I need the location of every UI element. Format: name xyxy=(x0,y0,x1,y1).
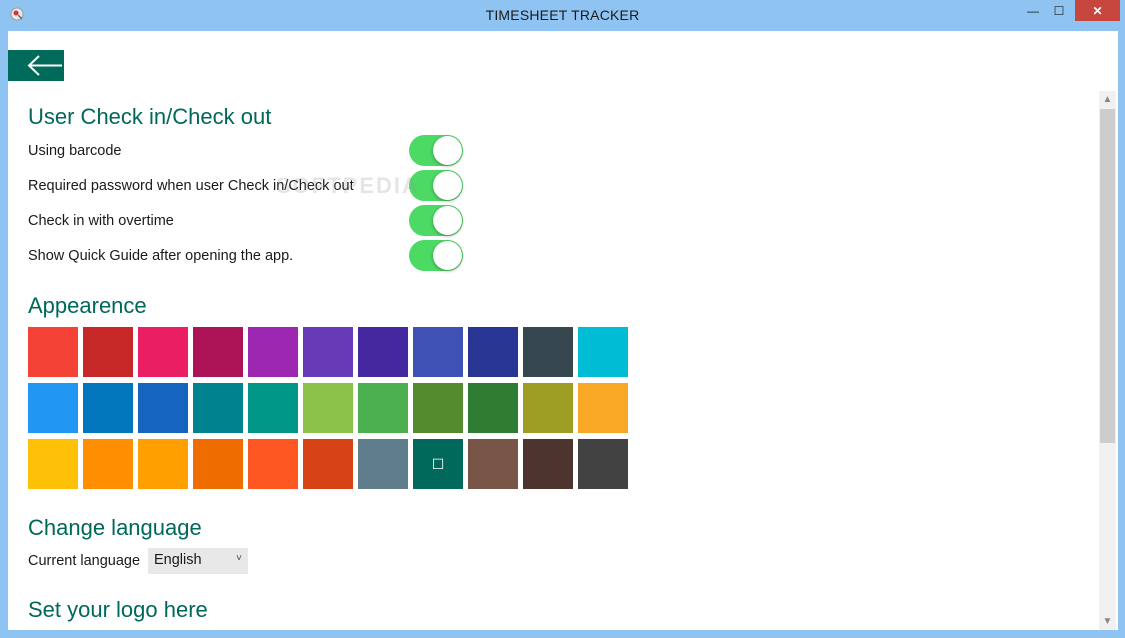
color-swatch[interactable] xyxy=(83,439,133,489)
color-palette: ☐ xyxy=(28,327,638,492)
color-swatch[interactable] xyxy=(248,327,298,377)
color-swatch[interactable] xyxy=(248,383,298,433)
close-button[interactable]: ✕ xyxy=(1075,0,1120,21)
color-swatch[interactable] xyxy=(28,383,78,433)
color-swatch[interactable] xyxy=(193,383,243,433)
back-button[interactable] xyxy=(8,50,64,81)
selected-check-icon: ☐ xyxy=(431,455,445,472)
chevron-down-icon: ˅ xyxy=(236,553,242,564)
toggle-barcode[interactable] xyxy=(409,135,463,166)
color-swatch[interactable] xyxy=(303,327,353,377)
color-swatch[interactable] xyxy=(358,383,408,433)
color-swatch[interactable] xyxy=(83,327,133,377)
color-swatch[interactable] xyxy=(468,383,518,433)
watermark: SOFTPEDIA xyxy=(276,173,420,198)
color-swatch[interactable] xyxy=(28,327,78,377)
color-swatch[interactable] xyxy=(523,383,573,433)
color-swatch[interactable] xyxy=(303,383,353,433)
color-swatch[interactable] xyxy=(413,383,463,433)
appearance-section-title: Appearence xyxy=(28,293,147,318)
scroll-thumb[interactable] xyxy=(1100,109,1115,443)
color-swatch[interactable] xyxy=(523,439,573,489)
color-swatch[interactable] xyxy=(578,327,628,377)
toggle-knob xyxy=(433,206,462,235)
color-swatch[interactable] xyxy=(468,439,518,489)
toggle-quick-guide[interactable] xyxy=(409,240,463,271)
option-label-overtime: Check in with overtime xyxy=(28,213,174,229)
color-swatch[interactable] xyxy=(138,383,188,433)
app-window: TIMESHEET TRACKER — ☐ ✕ User Check in/Ch… xyxy=(0,0,1125,638)
toggle-knob xyxy=(433,136,462,165)
color-swatch[interactable] xyxy=(413,327,463,377)
logo-section-title: Set your logo here xyxy=(28,597,208,622)
title-bar[interactable]: TIMESHEET TRACKER — ☐ ✕ xyxy=(0,0,1125,31)
current-language-label: Current language xyxy=(28,553,141,569)
maximize-button[interactable]: ☐ xyxy=(1046,0,1072,21)
option-label-barcode: Using barcode xyxy=(28,143,122,159)
color-swatch[interactable] xyxy=(138,327,188,377)
option-label-quick-guide: Show Quick Guide after opening the app. xyxy=(28,248,294,264)
color-swatch[interactable] xyxy=(28,439,78,489)
color-swatch[interactable] xyxy=(138,439,188,489)
toggle-knob xyxy=(433,171,462,200)
toggle-knob xyxy=(433,241,462,270)
settings-panel: User Check in/Check out Using barcode Re… xyxy=(8,31,1118,630)
color-swatch[interactable] xyxy=(358,439,408,489)
color-swatch[interactable] xyxy=(248,439,298,489)
color-swatch[interactable] xyxy=(578,383,628,433)
language-select-value: English xyxy=(154,552,202,568)
scroll-up-button[interactable]: ▲ xyxy=(1099,91,1116,108)
color-swatch[interactable] xyxy=(193,439,243,489)
color-swatch-selected[interactable]: ☐ xyxy=(413,439,463,489)
color-swatch[interactable] xyxy=(83,383,133,433)
language-section-title: Change language xyxy=(28,515,202,540)
minimize-button[interactable]: — xyxy=(1020,0,1046,21)
color-swatch[interactable] xyxy=(523,327,573,377)
color-swatch[interactable] xyxy=(358,327,408,377)
arrow-left-icon xyxy=(27,55,62,76)
color-swatch[interactable] xyxy=(303,439,353,489)
window-title: TIMESHEET TRACKER xyxy=(485,7,640,23)
scroll-down-button[interactable]: ▼ xyxy=(1099,613,1116,630)
vertical-scrollbar[interactable]: ▲ ▼ xyxy=(1099,91,1116,630)
color-swatch[interactable] xyxy=(193,327,243,377)
language-select[interactable]: English ˅ xyxy=(148,548,248,574)
color-swatch[interactable] xyxy=(578,439,628,489)
toggle-overtime[interactable] xyxy=(409,205,463,236)
checkin-section-title: User Check in/Check out xyxy=(28,104,272,129)
color-swatch[interactable] xyxy=(468,327,518,377)
